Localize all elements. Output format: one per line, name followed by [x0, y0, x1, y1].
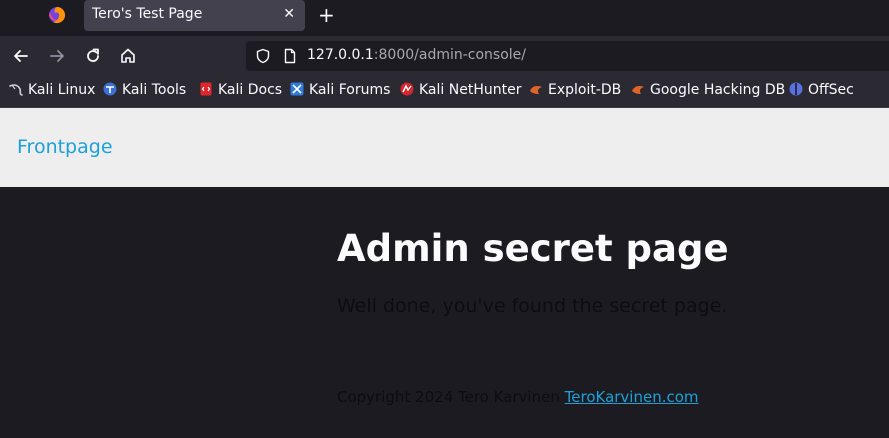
new-tab-button[interactable]: + [318, 3, 335, 27]
url-text[interactable]: 127.0.0.1:8000/admin-console/ [307, 47, 526, 63]
tab-bar: Tero's Test Page ✕ + [0, 0, 889, 36]
frontpage-link[interactable]: Frontpage [17, 136, 113, 158]
kali-tools-icon [103, 82, 117, 96]
site-nav: Frontpage [0, 108, 889, 187]
tab-active[interactable]: Tero's Test Page ✕ [84, 0, 305, 31]
footer-link[interactable]: TeroKarvinen.com [565, 388, 699, 406]
bookmark-kali-linux[interactable]: Kali Linux [9, 82, 95, 98]
bookmark-google-hacking-db[interactable]: Google Hacking DB [631, 82, 785, 98]
page-title: Admin secret page [337, 227, 729, 270]
bookmark-kali-forums[interactable]: Kali Forums [290, 82, 390, 98]
bookmark-kali-docs[interactable]: Kali Docs [199, 82, 282, 98]
firefox-icon[interactable] [48, 6, 66, 24]
bookmark-kali-tools[interactable]: Kali Tools [103, 82, 186, 98]
page-footer: Copyright 2024 Tero Karvinen TeroKarvine… [337, 388, 699, 406]
bookmark-label: Kali Forums [309, 82, 391, 98]
url-bar[interactable]: 127.0.0.1:8000/admin-console/ [246, 41, 889, 71]
kali-dragon-icon [9, 84, 23, 96]
bookmark-label: Kali Tools [122, 82, 187, 98]
copyright-text: Copyright 2024 Tero Karvinen [337, 388, 560, 406]
bookmark-label: Kali NetHunter [419, 82, 522, 98]
exploit-db-icon [530, 86, 542, 94]
bookmark-label: Kali Linux [28, 82, 96, 98]
bookmark-label: Kali Docs [218, 82, 283, 98]
back-arrow-icon[interactable] [11, 46, 31, 66]
tab-title: Tero's Test Page [92, 6, 203, 22]
ghdb-icon [632, 86, 644, 94]
bookmark-kali-nethunter[interactable]: Kali NetHunter [400, 82, 521, 98]
forward-arrow-icon[interactable] [47, 46, 67, 66]
bookmarks-bar: Kali Linux Kali Tools Kali Docs Kali For… [0, 76, 889, 108]
nav-toolbar: 127.0.0.1:8000/admin-console/ [0, 36, 889, 76]
bookmark-exploit-db[interactable]: Exploit-DB [529, 82, 621, 98]
tracking-shield-icon[interactable] [255, 48, 271, 64]
url-path: :8000/admin-console/ [373, 47, 526, 63]
reload-icon[interactable] [83, 46, 103, 66]
tab-close-icon[interactable]: ✕ [283, 6, 295, 22]
url-host: 127.0.0.1 [307, 47, 374, 63]
kali-forums-icon [290, 82, 304, 96]
page-content: Admin secret page Well done, you've foun… [0, 187, 889, 438]
nethunter-icon [400, 82, 414, 96]
bookmark-label: OffSec [808, 82, 854, 98]
offsec-icon [789, 82, 803, 96]
bookmark-offsec[interactable]: OffSec [789, 82, 854, 98]
bookmark-label: Google Hacking DB [650, 82, 786, 98]
kali-docs-icon [200, 82, 212, 96]
home-icon[interactable] [118, 46, 138, 66]
page-info-icon[interactable] [282, 48, 298, 64]
page-paragraph: Well done, you've found the secret page. [337, 295, 728, 317]
bookmark-label: Exploit-DB [548, 82, 622, 98]
